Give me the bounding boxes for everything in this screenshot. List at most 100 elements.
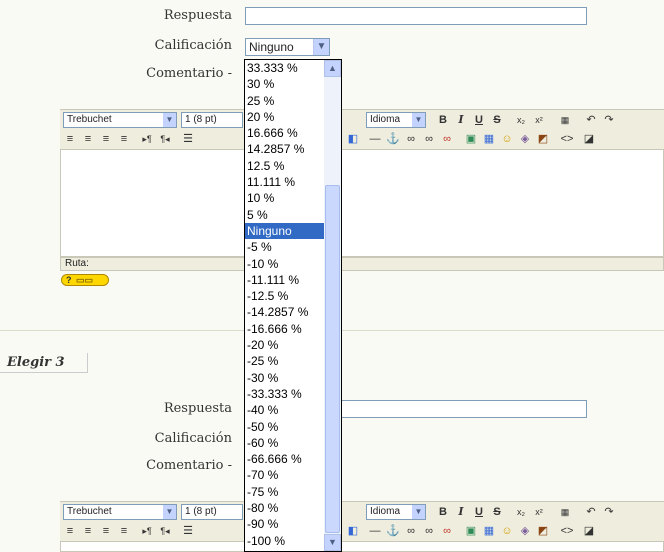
redo-icon[interactable]: ↷	[602, 505, 616, 519]
table-icon[interactable]: ▦	[482, 524, 496, 538]
dropdown-option[interactable]: -12.5 %	[245, 288, 325, 304]
text-color-icon[interactable]: ◧	[346, 524, 360, 538]
dropdown-option[interactable]: -75 %	[245, 484, 325, 500]
undo-icon[interactable]: ↶	[584, 113, 598, 127]
dropdown-option[interactable]: 30 %	[245, 76, 325, 92]
clean-word-icon[interactable]: ▦	[558, 505, 572, 519]
dropdown-option[interactable]: -33.333 %	[245, 386, 325, 402]
font-size-select[interactable]: 1 (8 pt)	[181, 112, 243, 128]
dropdown-option[interactable]: -60 %	[245, 435, 325, 451]
help-button[interactable]: ? ▭▭	[61, 274, 109, 286]
dropdown-option[interactable]: -90 %	[245, 516, 325, 532]
chevron-down-icon[interactable]: ▼	[313, 39, 329, 55]
smiley-icon[interactable]: ☺	[500, 132, 514, 146]
bold-button[interactable]: B	[436, 505, 450, 519]
subscript-button[interactable]: x₂	[514, 505, 528, 519]
bold-button[interactable]: B	[436, 113, 450, 127]
rtl-icon[interactable]: ¶◂	[158, 132, 172, 146]
ltr-icon[interactable]: ▸¶	[140, 132, 154, 146]
language-select[interactable]: Idioma ▼	[366, 112, 426, 128]
strikethrough-button[interactable]: S	[490, 505, 504, 519]
subscript-button[interactable]: x₂	[514, 113, 528, 127]
strikethrough-button[interactable]: S	[490, 113, 504, 127]
smiley-icon[interactable]: ☺	[500, 524, 514, 538]
anchor-icon[interactable]: ⚓	[386, 132, 400, 146]
dropdown-option[interactable]: -50 %	[245, 419, 325, 435]
align-left-icon[interactable]: ≡	[63, 524, 77, 538]
align-left-icon[interactable]: ≡	[63, 132, 77, 146]
dropdown-option[interactable]: Ninguno	[245, 222, 325, 240]
search-replace-icon[interactable]: ◩	[536, 132, 550, 146]
dropdown-option[interactable]: -10 %	[245, 256, 325, 272]
dropdown-option[interactable]: -14.2857 %	[245, 304, 325, 320]
dropdown-option[interactable]: -40 %	[245, 402, 325, 418]
justify-icon[interactable]: ≡	[117, 524, 131, 538]
link-icon[interactable]: ∞	[404, 524, 418, 538]
dropdown-option[interactable]: 12.5 %	[245, 158, 325, 174]
undo-icon[interactable]: ↶	[584, 505, 598, 519]
dropdown-option[interactable]: 11.111 %	[245, 174, 325, 190]
dropdown-option[interactable]: -25 %	[245, 353, 325, 369]
dropdown-option[interactable]: -66.666 %	[245, 451, 325, 467]
scroll-down-icon[interactable]: ▼	[324, 534, 341, 551]
horizontal-rule-icon[interactable]: —	[368, 524, 382, 538]
fullscreen-icon[interactable]: ◪	[582, 132, 596, 146]
respuesta-input[interactable]	[245, 7, 587, 25]
unlink-icon[interactable]: ∞	[422, 524, 436, 538]
special-char-icon[interactable]: ◈	[518, 132, 532, 146]
dropdown-option[interactable]: -80 %	[245, 500, 325, 516]
comentario-editor-2[interactable]	[60, 541, 664, 552]
redo-icon[interactable]: ↷	[602, 113, 616, 127]
html-source-icon[interactable]: <>	[560, 132, 574, 146]
clean-word-icon[interactable]: ▦	[558, 113, 572, 127]
align-right-icon[interactable]: ≡	[99, 132, 113, 146]
scroll-up-icon[interactable]: ▲	[324, 60, 341, 77]
dropdown-option[interactable]: 33.333 %	[245, 60, 325, 76]
table-icon[interactable]: ▦	[482, 132, 496, 146]
italic-button[interactable]: I	[454, 505, 468, 519]
ordered-list-icon[interactable]: ☰	[181, 132, 195, 146]
nolink-icon[interactable]: ∞	[440, 524, 454, 538]
justify-icon[interactable]: ≡	[117, 132, 131, 146]
dropdown-option[interactable]: 16.666 %	[245, 125, 325, 141]
font-family-select[interactable]: Trebuchet ▼	[63, 112, 177, 128]
unlink-icon[interactable]: ∞	[422, 132, 436, 146]
rtl-icon[interactable]: ¶◂	[158, 524, 172, 538]
nolink-icon[interactable]: ∞	[440, 132, 454, 146]
special-char-icon[interactable]: ◈	[518, 524, 532, 538]
link-icon[interactable]: ∞	[404, 132, 418, 146]
dropdown-option[interactable]: 14.2857 %	[245, 141, 325, 157]
scroll-thumb[interactable]	[325, 185, 340, 533]
dropdown-option[interactable]: -5 %	[245, 239, 325, 255]
dropdown-option[interactable]: 10 %	[245, 190, 325, 206]
ltr-icon[interactable]: ▸¶	[140, 524, 154, 538]
align-center-icon[interactable]: ≡	[81, 524, 95, 538]
dropdown-option[interactable]: -70 %	[245, 467, 325, 483]
dropdown-scrollbar[interactable]: ▲ ▼	[324, 60, 341, 551]
dropdown-option[interactable]: 20 %	[245, 109, 325, 125]
dropdown-option[interactable]: -100 %	[245, 533, 325, 549]
text-color-icon[interactable]: ◧	[346, 132, 360, 146]
underline-button[interactable]: U	[472, 113, 486, 127]
dropdown-option[interactable]: -30 %	[245, 370, 325, 386]
comentario-editor[interactable]	[60, 149, 664, 257]
underline-button[interactable]: U	[472, 505, 486, 519]
italic-button[interactable]: I	[454, 113, 468, 127]
superscript-button[interactable]: x²	[532, 505, 546, 519]
calificacion-dropdown-list[interactable]: 33.333 % 30 % 25 % 20 % 16.666 % 14.2857 % 12.…	[244, 59, 342, 552]
dropdown-option[interactable]: 25 %	[245, 93, 325, 109]
dropdown-option[interactable]: -16.666 %	[245, 321, 325, 337]
dropdown-option[interactable]: 5 %	[245, 207, 325, 223]
calificacion-select[interactable]: Ninguno ▼	[245, 38, 330, 56]
font-family-select-2[interactable]: Trebuchet ▼	[63, 504, 177, 520]
align-right-icon[interactable]: ≡	[99, 524, 113, 538]
dropdown-option[interactable]: -20 %	[245, 337, 325, 353]
anchor-icon[interactable]: ⚓	[386, 524, 400, 538]
html-source-icon[interactable]: <>	[560, 524, 574, 538]
language-select-2[interactable]: Idioma ▼	[366, 504, 426, 520]
search-replace-icon[interactable]: ◩	[536, 524, 550, 538]
superscript-button[interactable]: x²	[532, 113, 546, 127]
fullscreen-icon[interactable]: ◪	[582, 524, 596, 538]
image-icon[interactable]: ▣	[464, 132, 478, 146]
align-center-icon[interactable]: ≡	[81, 132, 95, 146]
